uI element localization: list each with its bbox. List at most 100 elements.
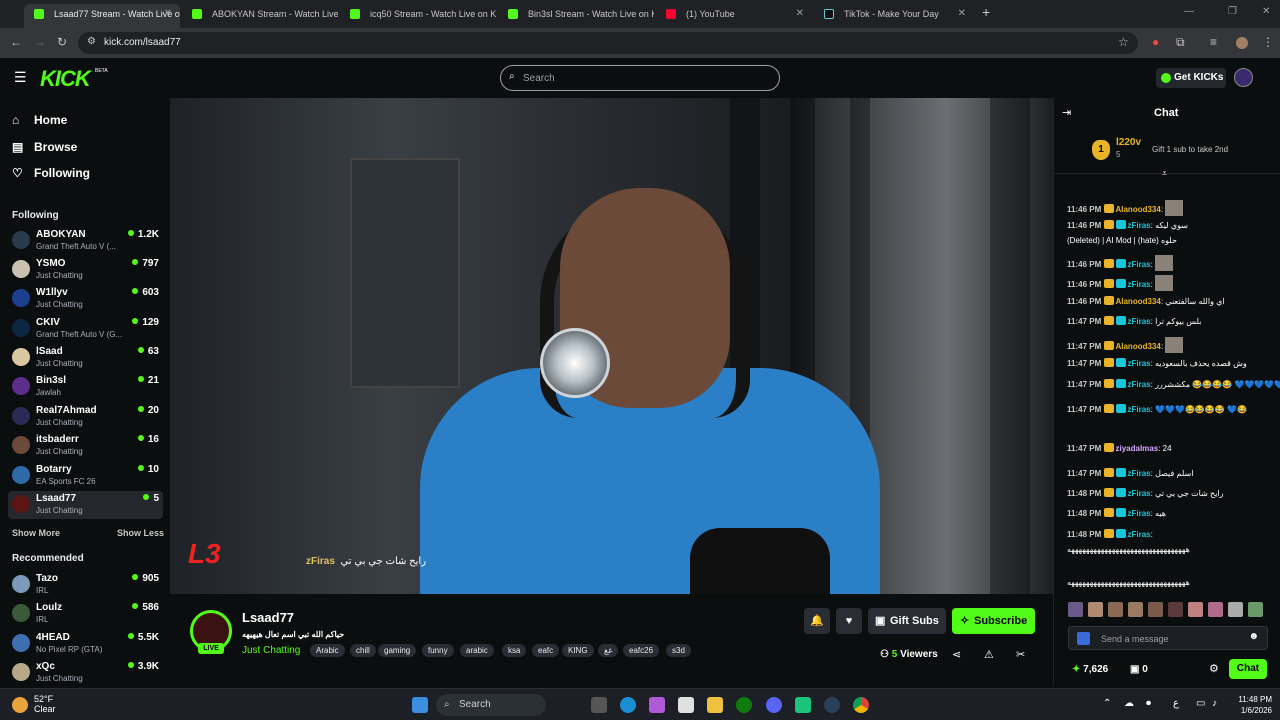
mic-icon[interactable]: ⏺ <box>1146 698 1151 709</box>
quick-emote-icon[interactable] <box>1168 602 1183 617</box>
show-less-link[interactable]: Show Less <box>117 528 164 538</box>
leader-username[interactable]: l220v <box>1116 137 1141 148</box>
extension-icon[interactable]: ● <box>1152 35 1159 49</box>
tag[interactable]: ksa <box>502 644 527 657</box>
volume-icon[interactable]: ♪ <box>1212 698 1217 709</box>
tag[interactable]: غغ <box>598 644 619 657</box>
quick-emote-icon[interactable] <box>1108 602 1123 617</box>
chrome-icon[interactable] <box>853 697 869 713</box>
subscribe-button[interactable]: ✧ Subscribe <box>952 608 1035 634</box>
show-more-link[interactable]: Show More <box>12 528 60 538</box>
message-username[interactable]: zFiras <box>1127 530 1150 539</box>
message-username[interactable]: zFiras <box>1127 359 1150 368</box>
quick-emote-icon[interactable] <box>1208 602 1223 617</box>
chat-input[interactable]: Send a message ☻ <box>1068 626 1268 650</box>
weather-widget[interactable]: 52°F Clear <box>34 694 56 714</box>
network-icon[interactable]: ▭ <box>1196 698 1205 709</box>
back-icon[interactable]: ← <box>10 35 22 49</box>
message-username[interactable]: zFiras <box>1127 317 1150 326</box>
tag[interactable]: funny <box>422 644 454 657</box>
report-icon[interactable]: ⚠ <box>984 648 994 661</box>
close-tab-icon[interactable]: ✕ <box>164 4 172 24</box>
taskbar-search[interactable]: ⌕ Search <box>436 694 546 716</box>
kick-logo[interactable]: KICK <box>40 66 91 92</box>
tag[interactable]: eafc26 <box>623 644 660 657</box>
quick-emote-icon[interactable] <box>1068 602 1083 617</box>
chevron-down-icon[interactable]: ⩡ <box>1162 168 1167 179</box>
tag[interactable]: Arabic <box>310 644 345 657</box>
recommended-channel[interactable]: 4HEAD No Pixel RP (GTA) 5.5K <box>8 630 163 658</box>
discord-icon[interactable] <box>766 697 782 713</box>
bookmark-star-icon[interactable]: ☆ <box>1118 35 1129 49</box>
user-avatar[interactable] <box>1234 68 1253 87</box>
quick-emote-icon[interactable] <box>1228 602 1243 617</box>
follow-heart-button[interactable]: ♥ <box>836 608 862 634</box>
following-channel[interactable]: YSMO Just Chatting 797 <box>8 256 163 284</box>
browser-tab[interactable]: TikTok - Make Your Day ✕ <box>814 4 974 28</box>
following-channel[interactable]: W1llyv Just Chatting 603 <box>8 285 163 313</box>
following-channel-selected[interactable]: Lsaad77 Just Chatting 5 <box>8 491 163 519</box>
tag[interactable]: KING <box>562 644 594 657</box>
url-field[interactable]: ⚙ kick.com/lsaad77 ☆ <box>78 32 1138 54</box>
onedrive-icon[interactable]: ☁ <box>1124 698 1134 709</box>
copilot-icon[interactable] <box>649 697 665 713</box>
clip-icon[interactable]: ✂ <box>1016 648 1025 661</box>
video-player[interactable]: L3 zFiras رايح شات جي بي تي <box>170 98 1053 594</box>
gift-subs-button[interactable]: ▣ Gift Subs <box>868 608 946 634</box>
chat-settings-icon[interactable]: ⚙ <box>1209 662 1219 675</box>
message-username[interactable]: zFiras <box>1127 405 1150 414</box>
profile-avatar[interactable] <box>1236 37 1248 49</box>
media-icon[interactable]: ≡ <box>1210 35 1217 49</box>
nav-browse[interactable]: ▤ Browse <box>12 140 77 154</box>
tag[interactable]: gaming <box>378 644 417 657</box>
quick-emote-icon[interactable] <box>1248 602 1263 617</box>
following-channel[interactable]: Real7Ahmad Just Chatting 20 <box>8 403 163 431</box>
close-tab-icon[interactable]: ✕ <box>796 4 804 24</box>
quick-emote-icon[interactable] <box>1128 602 1143 617</box>
message-username[interactable]: Alanood334 <box>1115 342 1160 351</box>
site-info-icon[interactable]: ⚙ <box>87 36 96 47</box>
minimize-icon[interactable]: — <box>1184 6 1194 17</box>
message-username[interactable]: zFiras <box>1127 489 1150 498</box>
recommended-channel[interactable]: xQc Just Chatting 3.9K <box>8 659 163 687</box>
send-chat-button[interactable]: Chat <box>1229 659 1267 679</box>
following-channel[interactable]: ABOKYAN Grand Theft Auto V (... 1.2K <box>8 227 163 255</box>
message-username[interactable]: zFiras <box>1127 221 1150 230</box>
nav-home[interactable]: ⌂ Home <box>12 113 67 127</box>
following-channel[interactable]: CKIV Grand Theft Auto V (G... 129 <box>8 315 163 343</box>
forward-icon[interactable]: → <box>34 35 46 49</box>
channel-points[interactable]: 7,626 <box>1072 664 1108 675</box>
browser-tab[interactable]: (1) YouTube ✕ <box>656 4 812 28</box>
message-username[interactable]: ziyadalmas <box>1115 444 1158 453</box>
extensions-puzzle-icon[interactable]: ⧉ <box>1176 35 1185 50</box>
message-username[interactable]: zFiras <box>1127 469 1150 478</box>
share-icon[interactable]: ⋖ <box>952 648 961 661</box>
recommended-channel[interactable]: Loulz IRL 586 <box>8 600 163 628</box>
close-window-icon[interactable]: ✕ <box>1262 6 1270 17</box>
streamer-name[interactable]: Lsaad77 <box>242 610 294 625</box>
edge-icon[interactable] <box>620 697 636 713</box>
message-username[interactable]: zFiras <box>1127 260 1150 269</box>
new-tab-icon[interactable]: + <box>982 4 990 20</box>
browser-tab[interactable]: icq50 Stream - Watch Live on Kick <box>340 4 496 28</box>
tag[interactable]: arabic <box>460 644 494 657</box>
search-input[interactable]: ⌕ Search <box>500 65 780 91</box>
gift-count[interactable]: ▣ 0 <box>1130 664 1148 675</box>
app-icon[interactable] <box>795 697 811 713</box>
tag[interactable]: eafc <box>532 644 560 657</box>
menu-dots-icon[interactable]: ⋮ <box>1262 35 1274 49</box>
emote-picker-icon[interactable] <box>1077 632 1090 645</box>
emoji-icon[interactable]: ☻ <box>1248 631 1259 642</box>
collapse-chat-icon[interactable]: ⇥ <box>1062 106 1071 119</box>
following-channel[interactable]: lSaad Just Chatting 63 <box>8 344 163 372</box>
browser-tab[interactable]: Bin3sl Stream - Watch Live on Kick <box>498 4 654 28</box>
stream-category[interactable]: Just Chatting <box>242 645 300 656</box>
file-explorer-icon[interactable] <box>707 697 723 713</box>
language-icon[interactable]: ع <box>1173 698 1179 709</box>
following-channel[interactable]: Botarry EA Sports FC 26 10 <box>8 462 163 490</box>
message-username[interactable]: Alanood334 <box>1115 205 1160 214</box>
tag[interactable]: s3d <box>666 644 691 657</box>
xbox-icon[interactable] <box>736 697 752 713</box>
quick-emote-icon[interactable] <box>1088 602 1103 617</box>
message-username[interactable]: zFiras <box>1127 380 1150 389</box>
